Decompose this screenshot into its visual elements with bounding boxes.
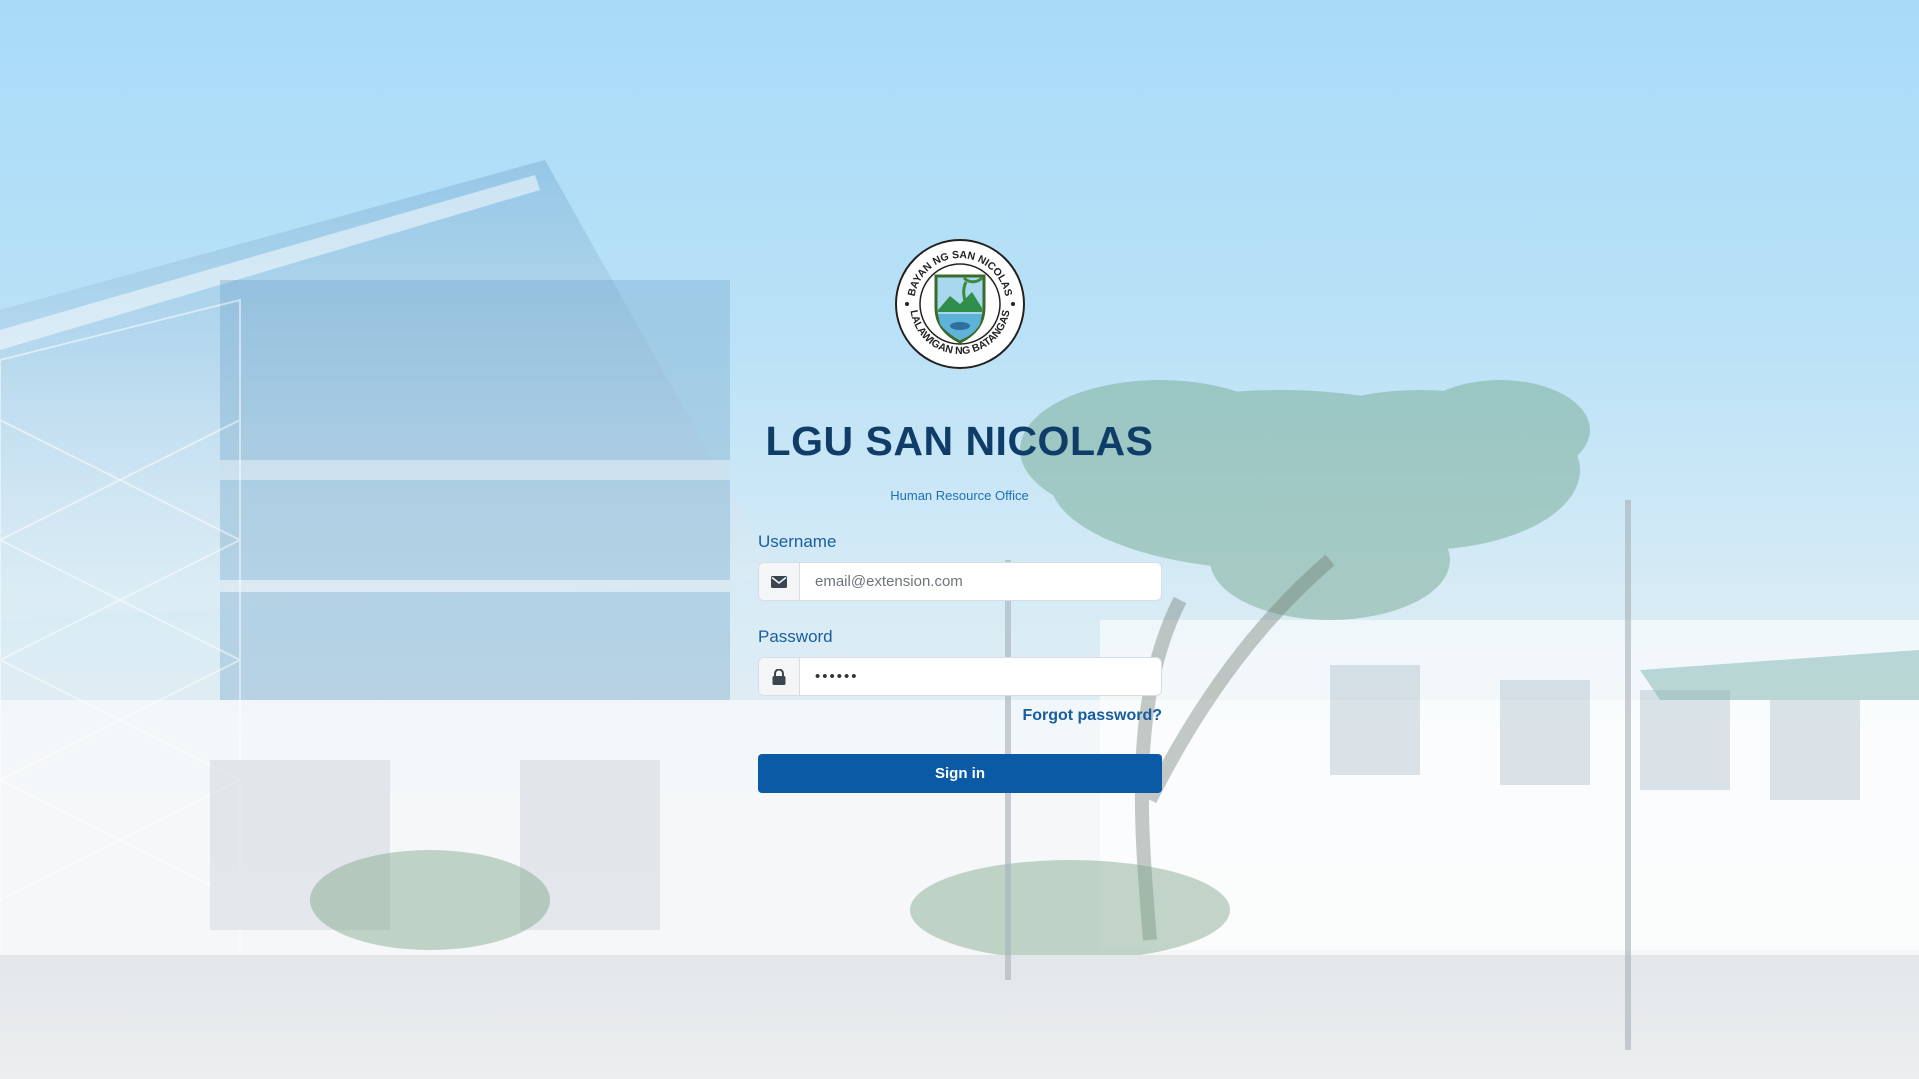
page-subtitle: Human Resource Office [890, 488, 1029, 503]
forgot-password-link[interactable]: Forgot password? [1022, 707, 1162, 725]
municipal-seal-logo: BAYAN NG SAN NICOLAS LALAWIGAN NG BATANG… [894, 238, 1026, 370]
password-label: Password [758, 627, 833, 646]
username-label: Username [758, 532, 837, 551]
envelope-icon [759, 563, 800, 600]
password-input[interactable] [800, 658, 1161, 695]
page-title: LGU SAN NICOLAS [765, 418, 1154, 464]
password-field-group [758, 657, 1162, 696]
lock-icon [759, 658, 800, 695]
background-building-photo [0, 160, 1919, 1079]
username-input[interactable] [800, 563, 1161, 600]
username-field-group [758, 562, 1162, 601]
sign-in-button[interactable]: Sign in [758, 754, 1162, 793]
